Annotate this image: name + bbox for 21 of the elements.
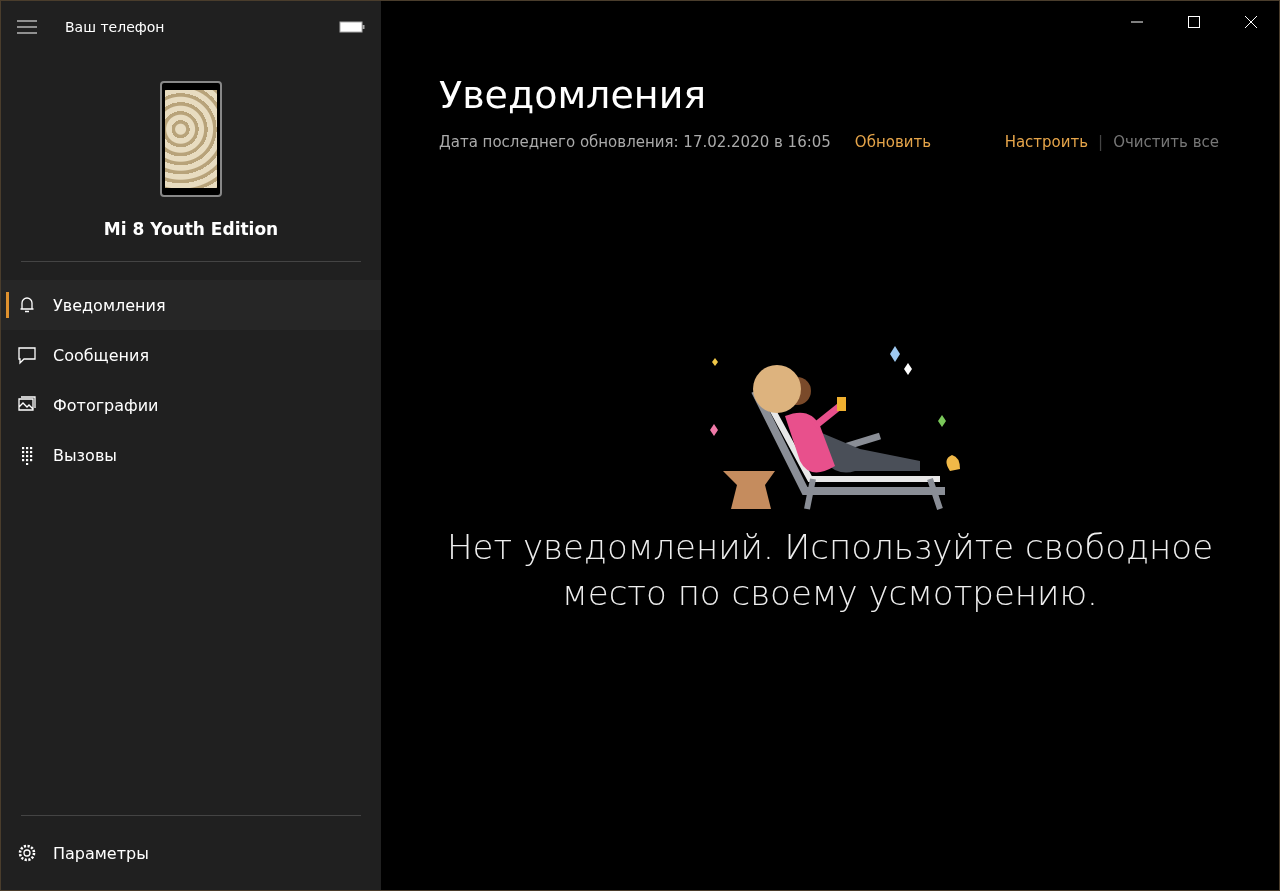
customize-link[interactable]: Настроить xyxy=(1004,133,1089,151)
nav-item[interactable]: Фотографии xyxy=(1,380,381,430)
menu-icon[interactable] xyxy=(17,20,37,34)
maximize-icon xyxy=(1187,16,1200,28)
app-title: Ваш телефон xyxy=(65,19,166,35)
nav-item[interactable]: Уведомления xyxy=(1,280,381,330)
close-icon xyxy=(1244,16,1257,28)
device-name: Mi 8 Youth Edition xyxy=(103,219,279,239)
refresh-link[interactable]: Обновить xyxy=(854,133,932,151)
settings-item[interactable]: Параметры xyxy=(1,828,381,878)
selection-indicator xyxy=(6,292,9,318)
nav-item[interactable]: Вызовы xyxy=(1,430,381,480)
battery-icon xyxy=(339,21,365,33)
page-title: Уведомления xyxy=(439,73,708,117)
settings-icon xyxy=(17,843,37,863)
chat-bubble-icon xyxy=(17,345,37,365)
nav-item[interactable]: Сообщения xyxy=(1,330,381,380)
empty-message: Нет уведомлений. Используйте свободное место по своему усмотрению. xyxy=(445,526,1215,615)
clear-all-link[interactable]: Очистить все xyxy=(1113,133,1219,151)
last-updated-text: Дата последнего обновления: 17.02.2020 в 16:05 xyxy=(439,133,831,151)
link-separator: | xyxy=(1098,133,1104,151)
